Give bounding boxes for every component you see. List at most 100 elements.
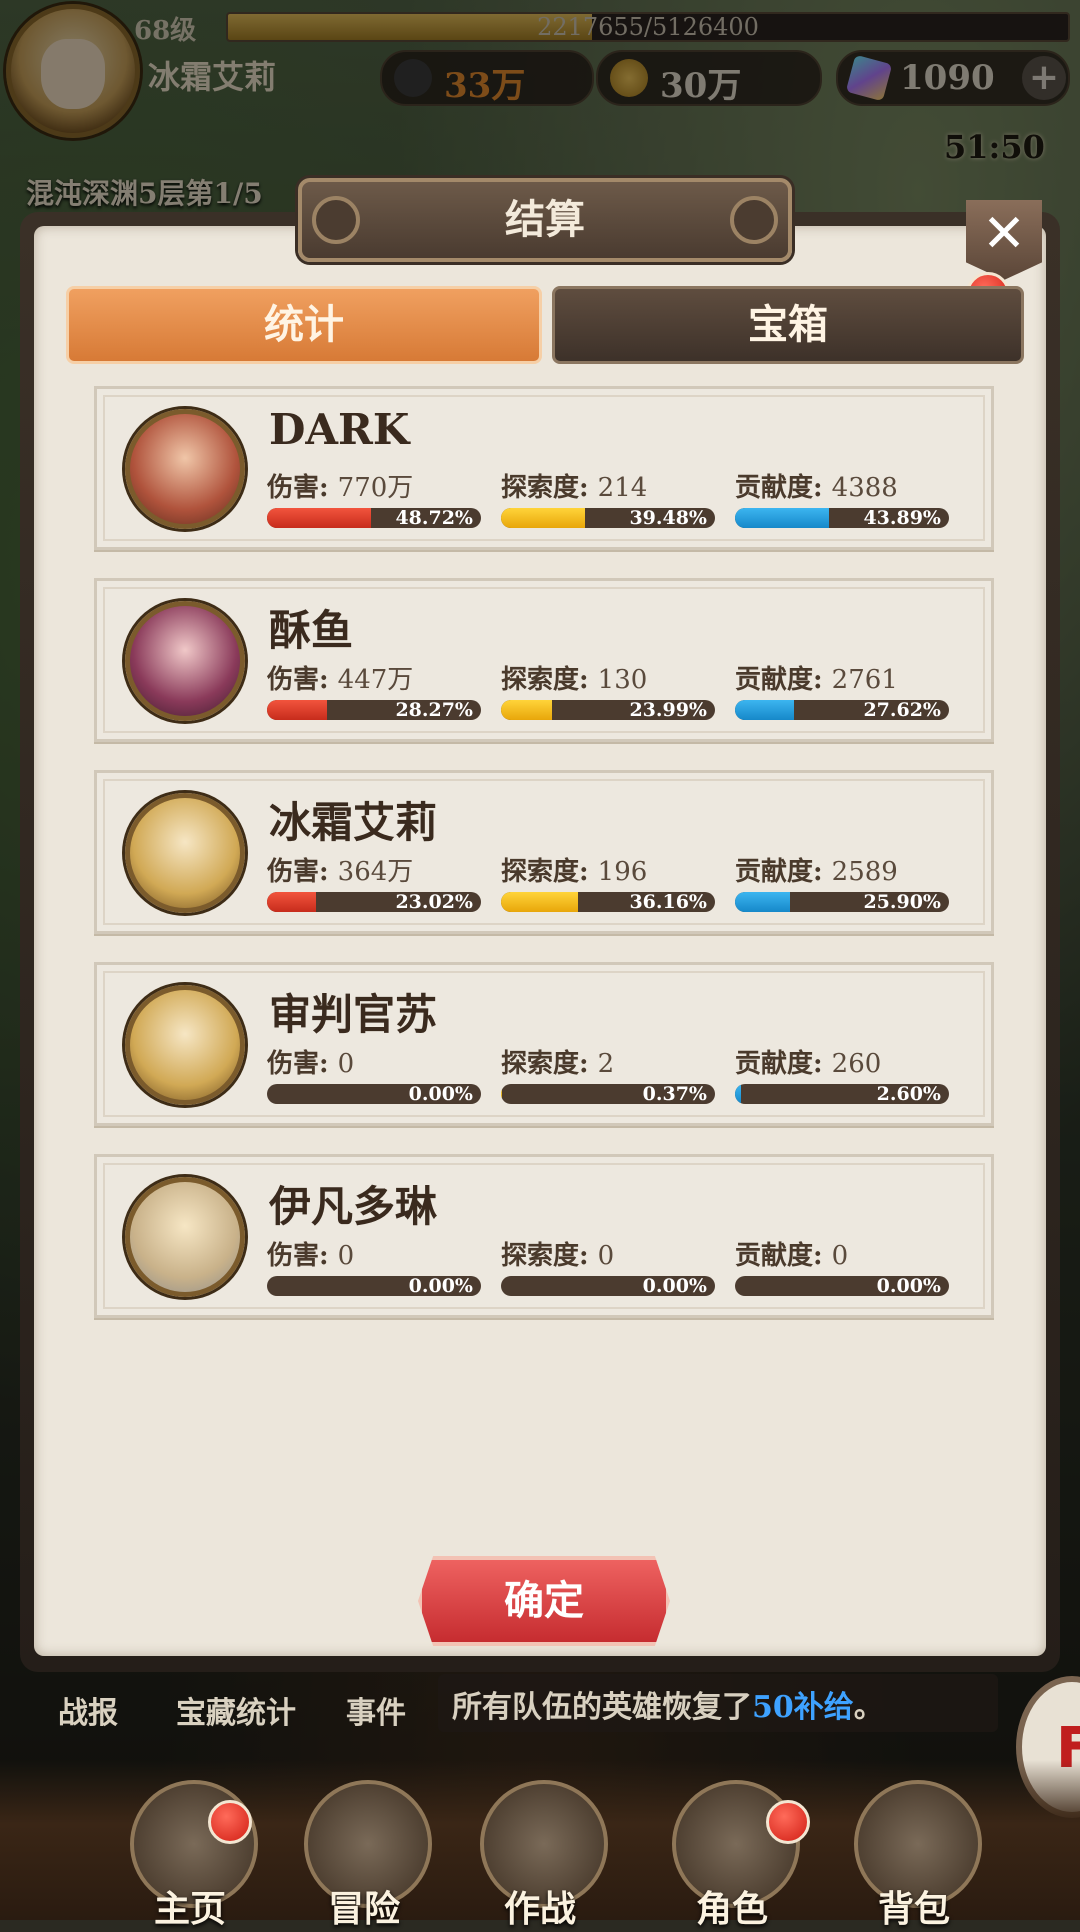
stat-explore-label: 探索度: 0 [501, 1235, 715, 1272]
tab-statistics[interactable]: 统计 [66, 286, 542, 364]
stat-damage-percent: 0.00% [408, 1084, 473, 1104]
message-prefix: 所有队伍的英雄恢复了 [452, 1690, 752, 1725]
stat-contrib: 贡献度: 4388 43.89% [735, 467, 949, 528]
tab-statistics-label: 统计 [264, 301, 344, 348]
stat-explore: 探索度: 214 39.48% [501, 467, 715, 528]
stat-damage-label: 伤害: 770万 [267, 467, 481, 504]
stat-damage-bar: 23.02% [267, 892, 481, 912]
stat-damage-bar: 48.72% [267, 508, 481, 528]
player-card: 冰霜艾莉 伤害: 364万 23.02% 探索度: 196 36.16% 贡献度: 258… [94, 770, 994, 934]
stat-contrib-percent: 0.00% [876, 1276, 941, 1296]
stat-explore-value: 196 [597, 857, 648, 887]
stat-contrib: 贡献度: 2589 25.90% [735, 851, 949, 912]
stat-explore: 探索度: 130 23.99% [501, 659, 715, 720]
player-card-avatar[interactable] [125, 601, 245, 721]
stat-damage-title: 伤害: [267, 473, 329, 503]
nav-home[interactable]: 主页 [110, 1780, 270, 1930]
stat-contrib-label: 贡献度: 4388 [735, 467, 949, 504]
player-card-name: 酥鱼 [269, 606, 354, 655]
stat-damage-percent: 48.72% [395, 508, 473, 528]
stat-explore-bar-fill [501, 508, 586, 528]
player-card-avatar[interactable] [125, 1177, 245, 1297]
stat-damage-bar-fill [267, 892, 317, 912]
stat-contrib-label: 贡献度: 0 [735, 1235, 949, 1272]
stat-explore-bar: 0.37% [501, 1084, 715, 1104]
nav-battle[interactable]: 作战 [460, 1780, 620, 1930]
stat-explore-value: 2 [597, 1049, 615, 1079]
stat-explore-bar: 39.48% [501, 508, 715, 528]
stat-damage-bar: 0.00% [267, 1084, 481, 1104]
stat-contrib-title: 贡献度: [735, 1241, 823, 1271]
stat-explore-bar-fill [501, 700, 553, 720]
stat-explore-percent: 23.99% [629, 700, 707, 720]
tab-treasure-chest[interactable]: 宝箱 [552, 286, 1024, 364]
stat-contrib-percent: 43.89% [863, 508, 941, 528]
player-card-name: 伊凡多琳 [269, 1182, 438, 1231]
stat-contrib-value: 2589 [831, 857, 898, 887]
stat-explore-label: 探索度: 2 [501, 1043, 715, 1080]
message-suffix: 。 [853, 1690, 884, 1725]
stat-damage-value: 0 [337, 1049, 355, 1079]
stat-damage-value: 0 [337, 1241, 355, 1271]
stat-damage: 伤害: 447万 28.27% [267, 659, 481, 720]
player-card-avatar[interactable] [125, 793, 245, 913]
stat-explore-title: 探索度: [501, 665, 589, 695]
stat-contrib-value: 2761 [831, 665, 898, 695]
stat-explore-bar: 23.99% [501, 700, 715, 720]
stat-contrib-bar: 43.89% [735, 508, 949, 528]
stat-damage-value: 364万 [337, 857, 414, 887]
nav-adventure[interactable]: 冒险 [284, 1780, 444, 1930]
nav-battle-label: 作战 [503, 1888, 576, 1930]
confirm-button-label: 确定 [504, 1577, 584, 1624]
stat-contrib-value: 0 [831, 1241, 849, 1271]
stat-explore-label: 探索度: 130 [501, 659, 715, 696]
stat-damage-percent: 28.27% [395, 700, 473, 720]
player-card: 酥鱼 伤害: 447万 28.27% 探索度: 130 23.99% 贡献度: 2761 2… [94, 578, 994, 742]
stat-explore-bar-fill [501, 1084, 502, 1104]
stat-explore-value: 0 [597, 1241, 615, 1271]
player-card-avatar[interactable] [125, 985, 245, 1105]
stat-damage-label: 伤害: 364万 [267, 851, 481, 888]
stat-damage: 伤害: 0 0.00% [267, 1235, 481, 1296]
stat-damage: 伤害: 0 0.00% [267, 1043, 481, 1104]
stat-contrib-title: 贡献度: [735, 1049, 823, 1079]
stat-explore-value: 130 [597, 665, 648, 695]
confirm-button[interactable]: 确定 [418, 1556, 670, 1646]
stat-contrib-percent: 27.62% [863, 700, 941, 720]
player-card: DARK 伤害: 770万 48.72% 探索度: 214 39.48% 贡献度: 438… [94, 386, 994, 550]
stat-contrib-bar: 0.00% [735, 1276, 949, 1296]
stat-explore-title: 探索度: [501, 1049, 589, 1079]
nav-character-label: 角色 [695, 1888, 768, 1930]
events-link[interactable]: 事件 [346, 1688, 406, 1732]
stat-explore-percent: 0.37% [642, 1084, 707, 1104]
stat-explore-bar-fill [501, 892, 579, 912]
stat-contrib-label: 贡献度: 2589 [735, 851, 949, 888]
tab-treasure-chest-label: 宝箱 [748, 301, 828, 348]
stat-explore-value: 214 [597, 473, 648, 503]
stat-contrib: 贡献度: 0 0.00% [735, 1235, 949, 1296]
stat-damage: 伤害: 770万 48.72% [267, 467, 481, 528]
treasure-stats-link[interactable]: 宝藏统计 [176, 1688, 296, 1732]
player-card-avatar[interactable] [125, 409, 245, 529]
notification-dot [766, 1800, 810, 1844]
stat-contrib-label: 贡献度: 260 [735, 1043, 949, 1080]
nav-backpack[interactable]: 背包 [834, 1780, 994, 1930]
stat-contrib-bar-fill [735, 508, 829, 528]
stat-explore-bar: 36.16% [501, 892, 715, 912]
stat-damage-bar: 28.27% [267, 700, 481, 720]
notification-dot [208, 1800, 252, 1844]
stat-explore-percent: 39.48% [629, 508, 707, 528]
stat-contrib-title: 贡献度: [735, 473, 823, 503]
stat-explore-title: 探索度: [501, 1241, 589, 1271]
nav-adventure-label: 冒险 [327, 1888, 400, 1930]
player-card-name: DARK [269, 405, 410, 454]
dialog-title-plate: 结算 [298, 178, 792, 262]
player-card: 伊凡多琳 伤害: 0 0.00% 探索度: 0 0.00% 贡献度: 0 0.00% [94, 1154, 994, 1318]
stat-damage-percent: 23.02% [395, 892, 473, 912]
stat-damage-bar-fill [267, 508, 372, 528]
battle-report-link[interactable]: 战报 [58, 1688, 118, 1732]
stat-explore-bar: 0.00% [501, 1276, 715, 1296]
stat-damage-title: 伤害: [267, 1241, 329, 1271]
stat-contrib: 贡献度: 2761 27.62% [735, 659, 949, 720]
nav-backpack-label: 背包 [877, 1888, 950, 1930]
